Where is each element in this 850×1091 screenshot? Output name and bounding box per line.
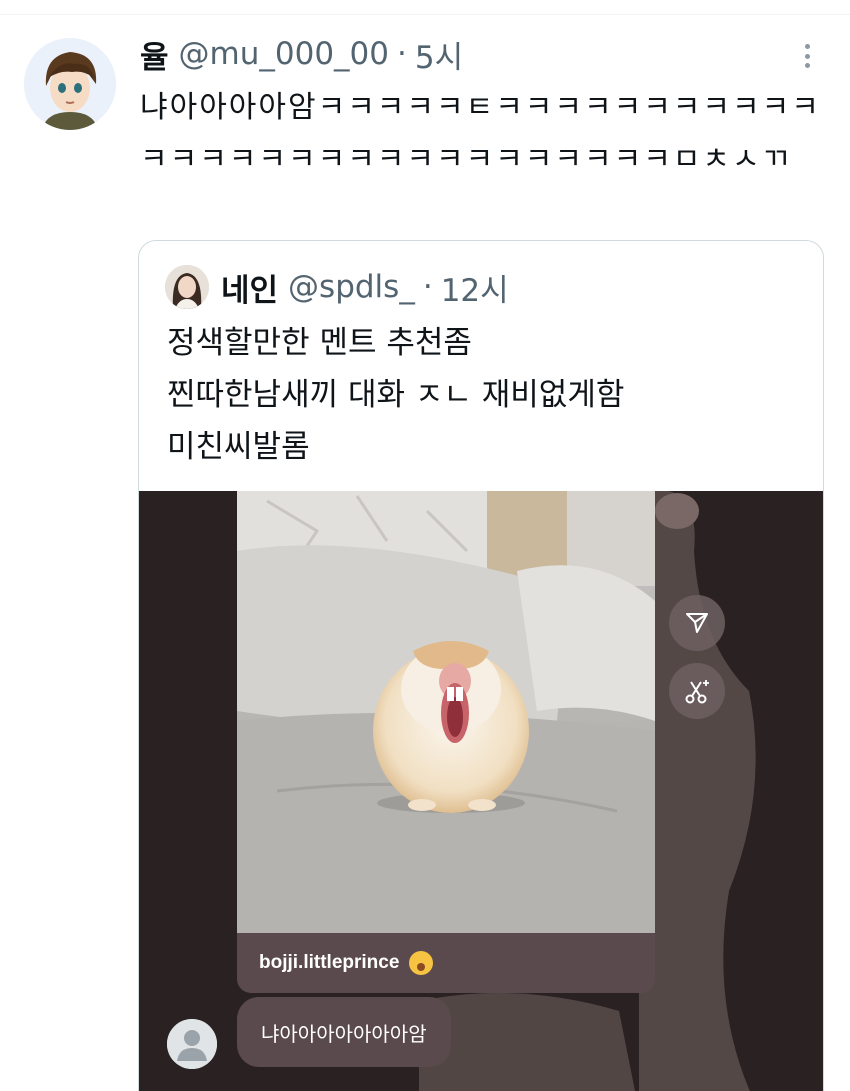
quoted-tweet-time[interactable]: 12시 <box>441 265 509 310</box>
quoted-text-line: 찐따한남새끼 대화 ㅈㄴ 재비없게함 <box>167 377 625 413</box>
tweet-time[interactable]: 5시 <box>415 32 463 77</box>
quoted-tweet-header: 네인 @spdls_ · 12시 <box>221 265 509 309</box>
caption-account[interactable]: bojji.littleprince <box>259 952 399 974</box>
quoted-author-handle[interactable]: @spdls_ <box>288 269 415 305</box>
more-vertical-icon[interactable] <box>796 40 818 72</box>
top-divider <box>0 14 850 15</box>
background-shadow <box>419 993 635 1091</box>
quoted-text-line: 정색할만한 멘트 추천좀 <box>167 325 472 361</box>
author-handle[interactable]: @mu_000_00 <box>179 36 389 72</box>
caption-bar: bojji.littleprince <box>237 933 655 993</box>
default-user-icon[interactable] <box>167 1019 217 1069</box>
quoted-author-name[interactable]: 네인 <box>221 265 278 310</box>
yawning-face-emoji-icon <box>409 951 434 975</box>
scissors-sparkle-icon[interactable] <box>669 663 725 719</box>
quoted-author-avatar[interactable] <box>165 265 209 309</box>
author-avatar[interactable] <box>24 38 116 130</box>
quoted-tweet-text: 정색할만한 멘트 추천좀 찐따한남새끼 대화 ㅈㄴ 재비없게함 미친씨발롬 <box>167 317 807 473</box>
tweet-header: 율 @mu_000_00 · 5시 <box>140 32 463 76</box>
quoted-tweet-card[interactable]: 네인 @spdls_ · 12시 정색할만한 멘트 추천좀 찐따한남새끼 대화 … <box>138 240 824 1091</box>
tweet-text: 냐아아아아암ㅋㅋㅋㅋㅋㅌㅋㅋㅋㅋㅋㅋㅋㅋㅋㅋㅋㅋㅋㅋㅋㅋㅋㅋㅋㅋㅋㅋㅋㅋㅋㅋㅋㅋ… <box>140 90 821 177</box>
reply-text: 냐아아아아아아아암 <box>261 1021 427 1046</box>
media-screenshot[interactable]: bojji.littleprince 냐아아아아아아아암 <box>139 491 823 1091</box>
quoted-text-line: 미친씨발롬 <box>167 429 310 465</box>
separator-dot: · <box>422 269 433 305</box>
reply-bubble: 냐아아아아아아아암 <box>237 997 451 1067</box>
separator-dot: · <box>397 36 407 72</box>
guinea-pig-photo <box>237 491 655 933</box>
background-figure <box>639 491 756 1091</box>
author-name[interactable]: 율 <box>140 32 169 77</box>
send-icon[interactable] <box>669 595 725 651</box>
